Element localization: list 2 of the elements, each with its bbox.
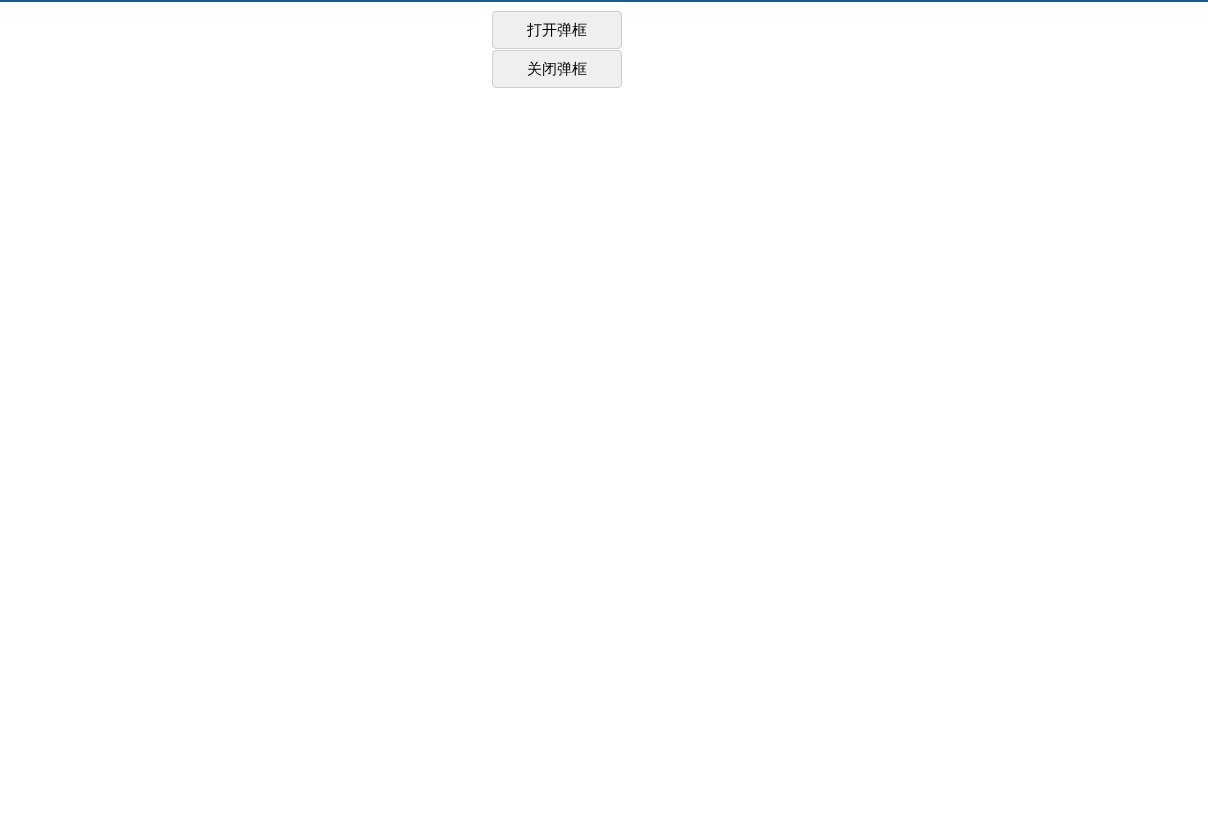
dialog-button[interactable]: 关闭弹框	[492, 50, 622, 88]
dialog-button[interactable]: 打开弹框	[492, 11, 622, 49]
